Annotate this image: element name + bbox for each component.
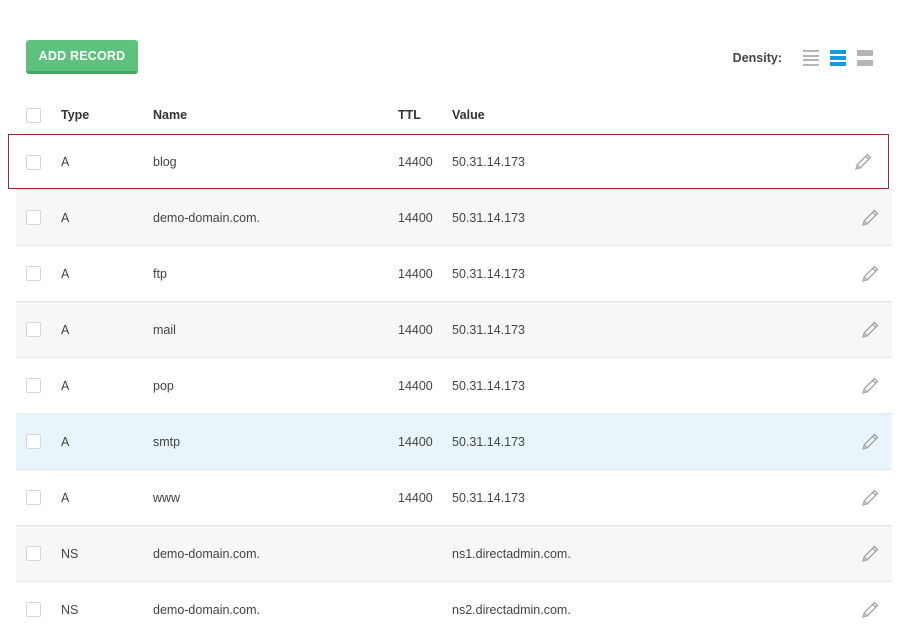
pencil-icon[interactable]: [860, 320, 880, 340]
pencil-icon[interactable]: [860, 376, 880, 396]
cell-type: A: [61, 322, 70, 337]
cell-name: demo-domain.com.: [153, 546, 260, 561]
column-header-type[interactable]: Type: [61, 108, 89, 122]
cell-type: A: [61, 210, 70, 225]
table-row[interactable]: Ablog 14400 50.31.14.173: [8, 134, 889, 189]
row-checkbox[interactable]: [26, 378, 41, 393]
cell-ttl: 14400: [398, 322, 433, 337]
cell-ttl: 14400: [398, 210, 433, 225]
cell-name: ftp: [153, 266, 167, 281]
cell-value: 50.31.14.173: [452, 266, 525, 281]
table-row[interactable]: Amail 14400 50.31.14.173: [16, 301, 892, 357]
select-all-checkbox[interactable]: [26, 107, 41, 123]
pencil-icon[interactable]: [860, 208, 880, 228]
add-record-button[interactable]: ADD RECORD: [26, 40, 138, 74]
cell-ttl: 14400: [398, 155, 433, 169]
cell-value: 50.31.14.173: [452, 322, 525, 337]
table-row[interactable]: Ademo-domain.com. 14400 50.31.14.173: [16, 189, 892, 245]
density-compact-icon[interactable]: [803, 50, 819, 66]
cell-ttl: 14400: [398, 434, 433, 449]
column-header-name[interactable]: Name: [153, 108, 187, 122]
density-loose-icon[interactable]: [857, 50, 873, 66]
row-checkbox[interactable]: [26, 210, 41, 225]
pencil-icon[interactable]: [860, 488, 880, 508]
table-row[interactable]: NS demo-domain.com. ns1.directadmin.com.: [16, 525, 892, 581]
table-row[interactable]: Apop 14400 50.31.14.173: [16, 357, 892, 413]
row-checkbox[interactable]: [26, 434, 41, 449]
cell-ttl: 14400: [398, 378, 433, 393]
cell-name: blog: [153, 155, 177, 169]
cell-value: 50.31.14.173: [452, 378, 525, 393]
table-row[interactable]: Awww 14400 50.31.14.173: [16, 469, 892, 525]
cell-name: mail: [153, 322, 176, 337]
cell-type: A: [61, 155, 70, 169]
row-checkbox[interactable]: [26, 602, 41, 617]
cell-type: NS: [61, 602, 79, 617]
cell-type: A: [61, 434, 70, 449]
density-normal-icon[interactable]: [830, 50, 846, 66]
row-checkbox[interactable]: [26, 154, 41, 170]
table-row[interactable]: NS demo-domain.com. ns2.directadmin.com.: [16, 581, 892, 637]
column-header-ttl[interactable]: TTL: [398, 108, 421, 122]
table-row[interactable]: Asmtp 14400 50.31.14.173: [16, 413, 892, 469]
pencil-icon[interactable]: [853, 152, 873, 172]
cell-value: 50.31.14.173: [452, 434, 525, 449]
cell-name: demo-domain.com.: [153, 602, 260, 617]
row-checkbox[interactable]: [26, 490, 41, 505]
pencil-icon[interactable]: [860, 544, 880, 564]
cell-type: A: [61, 378, 70, 393]
density-switcher: Density:: [733, 50, 873, 66]
cell-name: www: [153, 490, 181, 505]
row-checkbox[interactable]: [26, 266, 41, 281]
pencil-icon[interactable]: [860, 432, 880, 452]
cell-name: smtp: [153, 434, 181, 449]
cell-name: pop: [153, 378, 174, 393]
cell-value: ns1.directadmin.com.: [452, 546, 571, 561]
row-checkbox[interactable]: [26, 546, 41, 561]
cell-value: ns2.directadmin.com.: [452, 602, 571, 617]
pencil-icon[interactable]: [860, 600, 880, 620]
cell-type: NS: [61, 546, 79, 561]
column-header-value[interactable]: Value: [452, 108, 485, 122]
pencil-icon[interactable]: [860, 264, 880, 284]
density-label: Density:: [732, 51, 782, 65]
table-row[interactable]: Aftp 14400 50.31.14.173: [16, 245, 892, 301]
cell-value: 50.31.14.173: [452, 155, 525, 169]
cell-name: demo-domain.com.: [153, 210, 260, 225]
cell-type: A: [61, 266, 70, 281]
cell-ttl: 14400: [398, 490, 433, 505]
cell-type: A: [61, 490, 70, 505]
cell-ttl: 14400: [398, 266, 433, 281]
cell-value: 50.31.14.173: [452, 210, 525, 225]
cell-value: 50.31.14.173: [452, 490, 525, 505]
row-checkbox[interactable]: [26, 322, 41, 337]
table-header: Type Name TTL Value: [16, 96, 892, 134]
dns-records-table: Type Name TTL Value Ablog 14400 50.31.14.1…: [8, 96, 892, 637]
